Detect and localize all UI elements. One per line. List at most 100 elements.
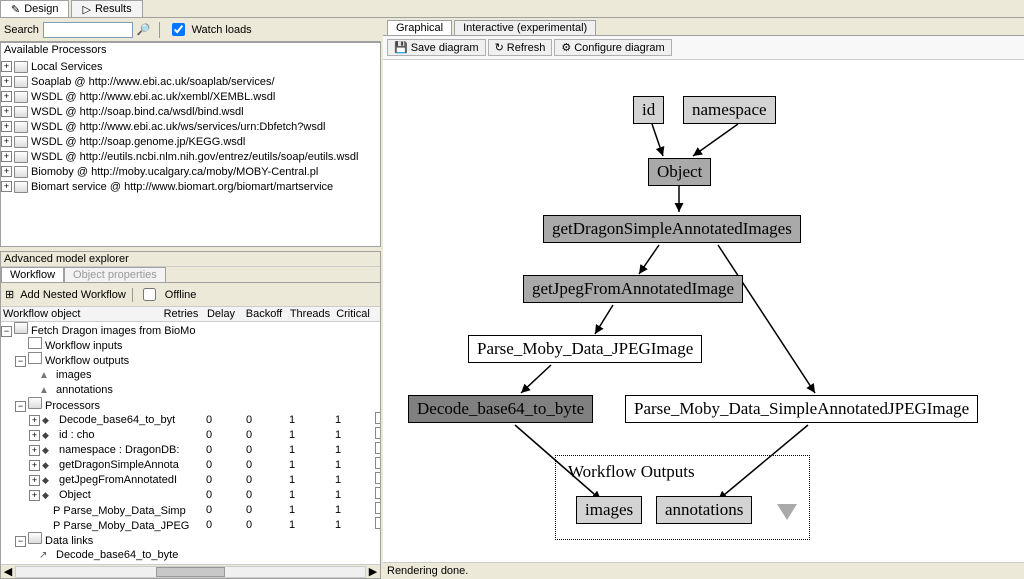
save-label: Save diagram bbox=[411, 42, 479, 54]
play-icon: ▷ bbox=[82, 3, 90, 16]
workflow-inputs[interactable]: Workflow inputs bbox=[45, 340, 122, 352]
graph-toolbar: 💾Save diagram ↻Refresh ⚙Configure diagra… bbox=[383, 36, 1024, 60]
tree-item-label[interactable]: Soaplab @ http://www.ebi.ac.uk/soaplab/s… bbox=[31, 76, 275, 88]
col-delay: Delay bbox=[201, 308, 241, 320]
proc-name[interactable]: Parse_Moby_Data_JPEG bbox=[63, 520, 189, 532]
critical-checkbox[interactable] bbox=[375, 502, 380, 514]
critical-checkbox[interactable] bbox=[375, 517, 380, 529]
top-tab-bar: ✎ Design ▷ Results bbox=[0, 0, 1024, 18]
horizontal-scrollbar[interactable]: ◀ ▶ bbox=[1, 564, 380, 578]
node-output-images[interactable]: images bbox=[576, 496, 642, 524]
watch-loads-checkbox[interactable] bbox=[172, 23, 185, 36]
tab-design-label: Design bbox=[24, 3, 58, 15]
tree-item-label[interactable]: WSDL @ http://www.ebi.ac.uk/xembl/XEMBL.… bbox=[31, 91, 275, 103]
workflow-icon bbox=[14, 322, 28, 334]
proc-name[interactable]: id : cho bbox=[59, 429, 94, 441]
watch-loads-label: Watch loads bbox=[192, 24, 252, 36]
node-decode[interactable]: Decode_base64_to_byte bbox=[408, 395, 593, 423]
workflow-outputs[interactable]: Workflow outputs bbox=[45, 355, 129, 367]
output-annotations[interactable]: annotations bbox=[56, 384, 113, 396]
workflow-outputs-title: Workflow Outputs bbox=[568, 462, 695, 481]
search-go-icon[interactable]: 🔎 bbox=[137, 23, 151, 36]
refresh-button[interactable]: ↻Refresh bbox=[488, 39, 553, 56]
critical-checkbox[interactable] bbox=[375, 427, 380, 439]
critical-checkbox[interactable] bbox=[375, 412, 380, 424]
node-getdragon[interactable]: getDragonSimpleAnnotatedImages bbox=[543, 215, 801, 243]
diagram-canvas[interactable]: id namespace Object getDragonSimpleAnnot… bbox=[383, 60, 1024, 562]
tab-interactive-label: Interactive (experimental) bbox=[463, 22, 587, 34]
col-critical: Critical bbox=[333, 308, 373, 320]
tree-item-label[interactable]: WSDL @ http://eutils.ncbi.nlm.nih.gov/en… bbox=[31, 151, 358, 163]
tab-interactive[interactable]: Interactive (experimental) bbox=[454, 20, 596, 35]
save-icon: 💾 bbox=[394, 41, 408, 54]
tab-object-properties[interactable]: Object properties bbox=[64, 267, 166, 282]
triangle-icon bbox=[39, 384, 53, 396]
workflow-root[interactable]: Fetch Dragon images from BioMo bbox=[31, 325, 195, 337]
node-id[interactable]: id bbox=[633, 96, 664, 124]
proc-name[interactable]: Parse_Moby_Data_Simp bbox=[63, 505, 185, 517]
search-bar: Search 🔎 Watch loads bbox=[0, 18, 381, 42]
save-diagram-button[interactable]: 💾Save diagram bbox=[387, 39, 486, 56]
link-item[interactable]: Object:mobyData-getDra bbox=[56, 564, 178, 565]
processors-folder[interactable]: Processors bbox=[45, 400, 100, 412]
search-input[interactable] bbox=[43, 22, 133, 38]
available-processors-pane: Available Processors +Local Services +So… bbox=[0, 42, 381, 247]
folder-icon bbox=[28, 532, 42, 544]
output-images[interactable]: images bbox=[56, 369, 91, 381]
status-bar: Rendering done. bbox=[383, 562, 1024, 579]
tab-obj-props-label: Object properties bbox=[73, 269, 157, 281]
tab-design[interactable]: ✎ Design bbox=[0, 0, 69, 17]
node-getjpeg[interactable]: getJpegFromAnnotatedImage bbox=[523, 275, 743, 303]
proc-name[interactable]: Object bbox=[59, 489, 91, 501]
separator bbox=[159, 22, 160, 38]
pencil-icon: ✎ bbox=[11, 3, 20, 16]
offline-checkbox[interactable] bbox=[143, 288, 156, 301]
tab-graphical[interactable]: Graphical bbox=[387, 20, 452, 35]
critical-checkbox[interactable] bbox=[375, 457, 380, 469]
node-output-annotations[interactable]: annotations bbox=[656, 496, 752, 524]
proc-icon bbox=[42, 414, 56, 426]
tree-item-label[interactable]: Biomoby @ http://moby.ucalgary.ca/moby/M… bbox=[31, 166, 318, 178]
add-nested-workflow-button[interactable]: Add Nested Workflow bbox=[20, 289, 126, 301]
node-object[interactable]: Object bbox=[648, 158, 711, 186]
proc-name[interactable]: Decode_base64_to_byt bbox=[59, 414, 175, 426]
workflow-toolbar: ⊞ Add Nested Workflow Offline bbox=[1, 283, 380, 307]
gear-icon: ⚙ bbox=[561, 41, 571, 54]
workflow-columns-header: Workflow object Retries Delay Backoff Th… bbox=[1, 307, 380, 322]
workflow-tree-body[interactable]: −Fetch Dragon images from BioMo Workflow… bbox=[1, 322, 380, 564]
tree-item-label[interactable]: Local Services bbox=[31, 61, 103, 73]
critical-checkbox[interactable] bbox=[375, 442, 380, 454]
search-label: Search bbox=[4, 24, 39, 36]
tab-workflow[interactable]: Workflow bbox=[1, 267, 64, 282]
tree-item-label[interactable]: WSDL @ http://soap.genome.jp/KEGG.wsdl bbox=[31, 136, 245, 148]
folder-icon bbox=[14, 121, 28, 133]
proc-name[interactable]: getDragonSimpleAnnota bbox=[59, 459, 179, 471]
link-icon bbox=[39, 549, 53, 561]
datalinks-folder[interactable]: Data links bbox=[45, 535, 93, 547]
proc-name[interactable]: namespace : DragonDB: bbox=[59, 444, 179, 456]
available-processors-tree[interactable]: +Local Services +Soaplab @ http://www.eb… bbox=[1, 57, 380, 196]
left-column: Search 🔎 Watch loads Available Processor… bbox=[0, 18, 383, 579]
refresh-icon: ↻ bbox=[495, 41, 504, 54]
tree-item-label[interactable]: WSDL @ http://www.ebi.ac.uk/ws/services/… bbox=[31, 121, 325, 133]
nested-workflow-icon: ⊞ bbox=[5, 288, 14, 301]
folder-icon bbox=[14, 106, 28, 118]
proc-icon bbox=[42, 474, 56, 486]
node-parse-jpeg[interactable]: Parse_Moby_Data_JPEGImage bbox=[468, 335, 702, 363]
proc-name[interactable]: getJpegFromAnnotatedI bbox=[59, 474, 177, 486]
node-parse-simple[interactable]: Parse_Moby_Data_SimpleAnnotatedJPEGImage bbox=[625, 395, 978, 423]
col-backoff: Backoff bbox=[241, 308, 287, 320]
tree-item-label[interactable]: WSDL @ http://soap.bind.ca/wsdl/bind.wsd… bbox=[31, 106, 244, 118]
node-namespace[interactable]: namespace bbox=[683, 96, 776, 124]
folder-icon bbox=[14, 181, 28, 193]
inputs-icon bbox=[28, 337, 42, 349]
link-item[interactable]: Decode_base64_to_byte bbox=[56, 549, 178, 561]
proc-icon bbox=[42, 429, 56, 441]
triangle-down-icon bbox=[777, 504, 797, 520]
tree-item-label[interactable]: Biomart service @ http://www.biomart.org… bbox=[31, 181, 333, 193]
configure-diagram-button[interactable]: ⚙Configure diagram bbox=[554, 39, 671, 56]
tab-results[interactable]: ▷ Results bbox=[71, 0, 142, 17]
critical-checkbox[interactable] bbox=[375, 487, 380, 499]
critical-checkbox[interactable] bbox=[375, 472, 380, 484]
workflow-outputs-box: Workflow Outputs images annotations bbox=[555, 455, 810, 540]
